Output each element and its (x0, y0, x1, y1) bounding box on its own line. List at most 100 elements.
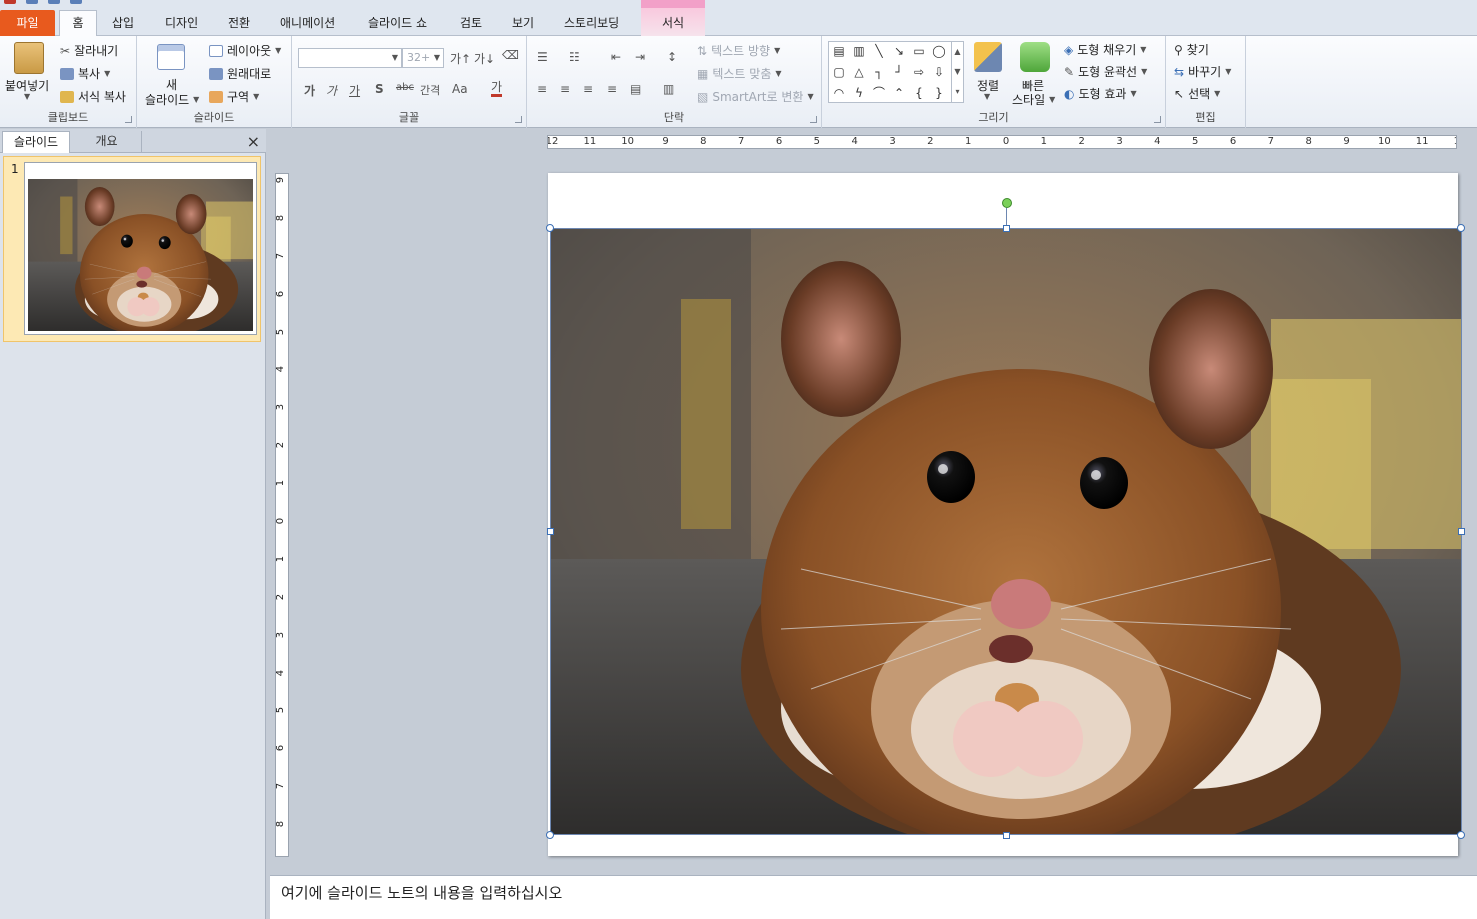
tab-storyboarding[interactable]: 스토리보딩 (564, 14, 619, 31)
freeform-shape-icon[interactable]: ◠ (831, 86, 847, 100)
tab-insert[interactable]: 삽입 (112, 14, 134, 31)
paste-dropdown-icon[interactable]: ▼ (24, 92, 30, 101)
left-brace-shape-icon[interactable]: { (911, 86, 927, 100)
arrow-line-shape-icon[interactable]: ↘ (891, 44, 907, 58)
shape-fill-button[interactable]: ◈ 도형 채우기 ▼ (1064, 41, 1146, 58)
new-slide-button[interactable]: 슬라이드 ▼ (145, 91, 199, 108)
slide-thumbnail-item[interactable]: 1 (3, 156, 261, 342)
shapes-gallery[interactable]: ▤ ▥ ╲ ↘ ▭ ◯ ▢ △ ┐ ┘ ⇨ ⇩ ◠ ϟ ⌒ ⌃ { } ▲ ▼ ▾ (828, 41, 964, 103)
triangle-shape-icon[interactable]: △ (851, 65, 867, 79)
font-launcher-icon[interactable] (515, 116, 522, 123)
font-size-combo[interactable]: 32+ ▼ (402, 48, 444, 68)
layout-button[interactable]: 레이아웃 ▼ (209, 42, 281, 59)
decrease-indent-icon[interactable]: ⇤ (611, 50, 621, 64)
resize-handle-top-left[interactable] (546, 224, 554, 232)
italic-button[interactable]: 가 (326, 82, 337, 99)
tab-animations[interactable]: 애니메이션 (280, 14, 335, 31)
resize-handle-right[interactable] (1458, 528, 1465, 535)
rotate-handle[interactable] (1002, 198, 1012, 208)
text-direction-button[interactable]: ⇅ 텍스트 방향 ▼ (697, 42, 780, 59)
shrink-font-icon[interactable]: 가↓ (474, 50, 495, 67)
undo-icon[interactable] (48, 0, 60, 4)
align-text-button[interactable]: ▦ 텍스트 맞춤 ▼ (697, 65, 782, 82)
tab-format[interactable]: 서식 (641, 8, 705, 36)
elbow-arrow-shape-icon[interactable]: ┘ (891, 65, 907, 79)
clipboard-launcher-icon[interactable] (125, 116, 132, 123)
change-case-button[interactable]: Aa (452, 82, 468, 96)
bullets-icon[interactable]: ☰ (537, 50, 548, 64)
tab-design[interactable]: 디자인 (165, 14, 198, 31)
reset-button[interactable]: 원래대로 (209, 65, 271, 82)
shape-effects-button[interactable]: ◐ 도형 효과 ▼ (1064, 85, 1137, 102)
font-color-button[interactable]: 가 (491, 80, 503, 97)
resize-handle-top-right[interactable] (1457, 224, 1465, 232)
notes-pane[interactable]: 여기에 슬라이드 노트의 내용을 입력하십시오 (270, 875, 1477, 919)
textbox-shape-icon[interactable]: ▤ (831, 44, 847, 58)
shadow-button[interactable]: S (375, 82, 384, 96)
resize-handle-bottom-right[interactable] (1457, 831, 1465, 839)
arrange-dropdown-icon[interactable]: ▼ (984, 92, 990, 101)
save-icon[interactable] (26, 0, 38, 4)
format-painter-button[interactable]: 서식 복사 (60, 88, 126, 105)
justify-icon[interactable]: ≡ (607, 82, 617, 96)
tab-slideshow[interactable]: 슬라이드 쇼 (368, 14, 427, 31)
tab-view[interactable]: 보기 (512, 14, 534, 31)
quick-styles-icon[interactable] (1020, 42, 1050, 72)
rectangle-shape-icon[interactable]: ▭ (911, 44, 927, 58)
resize-handle-bottom-left[interactable] (546, 831, 554, 839)
slide-thumbnail[interactable] (24, 162, 257, 335)
quick-styles-button[interactable]: 스타일 ▼ (1012, 91, 1055, 108)
vertical-textbox-shape-icon[interactable]: ▥ (851, 44, 867, 58)
underline-button[interactable]: 가 (349, 82, 360, 99)
align-right-icon[interactable]: ≡ (583, 82, 593, 96)
numbering-icon[interactable]: ☷ (569, 50, 580, 64)
line-shape-icon[interactable]: ╲ (871, 44, 887, 58)
char-spacing-button[interactable]: 간격 (420, 82, 440, 98)
oval-shape-icon[interactable]: ◯ (931, 44, 947, 58)
distribute-icon[interactable]: ▤ (630, 82, 641, 96)
tab-file[interactable]: 파일 (0, 10, 55, 36)
replace-button[interactable]: ⇆ 바꾸기 ▼ (1174, 63, 1231, 80)
rounded-rect-shape-icon[interactable]: ▢ (831, 65, 847, 79)
lightning-shape-icon[interactable]: ϟ (851, 86, 867, 100)
font-name-combo[interactable]: ▼ (298, 48, 402, 68)
new-slide-icon[interactable] (157, 44, 185, 70)
tab-slides-panel[interactable]: 슬라이드 (2, 131, 70, 153)
columns-icon[interactable]: ▥ (663, 82, 674, 96)
close-icon[interactable]: × (247, 132, 260, 151)
tab-outline-panel[interactable]: 개요 (72, 131, 142, 153)
redo-icon[interactable] (70, 0, 82, 4)
arrange-icon[interactable] (974, 42, 1002, 72)
tab-review[interactable]: 검토 (460, 14, 482, 31)
clear-format-icon[interactable]: ⌫ (502, 48, 519, 62)
tab-transitions[interactable]: 전환 (228, 14, 250, 31)
line-spacing-icon[interactable]: ↕ (667, 50, 677, 64)
right-arrow-shape-icon[interactable]: ⇨ (911, 65, 927, 79)
slide-canvas[interactable] (546, 173, 1465, 856)
cut-button[interactable]: ✂ 잘라내기 (60, 42, 118, 59)
shape-outline-button[interactable]: ✎ 도형 윤곽선 ▼ (1064, 63, 1147, 80)
paste-icon[interactable] (14, 42, 44, 74)
grow-font-icon[interactable]: 가↑ (450, 50, 471, 67)
copy-button[interactable]: 복사 ▼ (60, 65, 110, 82)
elbow-connector-shape-icon[interactable]: ┐ (871, 65, 887, 79)
hamster-picture[interactable] (550, 228, 1462, 835)
increase-indent-icon[interactable]: ⇥ (635, 50, 645, 64)
align-left-icon[interactable]: ≡ (537, 82, 547, 96)
smartart-button[interactable]: ▧ SmartArt로 변환 ▼ (697, 88, 814, 105)
strikethrough-button[interactable]: abc (396, 82, 414, 93)
paragraph-launcher-icon[interactable] (810, 116, 817, 123)
section-button[interactable]: 구역 ▼ (209, 88, 259, 105)
select-button[interactable]: ↖ 선택 ▼ (1174, 85, 1220, 102)
align-center-icon[interactable]: ≡ (560, 82, 570, 96)
resize-handle-left[interactable] (547, 528, 554, 535)
notes-placeholder[interactable]: 여기에 슬라이드 노트의 내용을 입력하십시오 (281, 882, 562, 903)
drawing-launcher-icon[interactable] (1154, 116, 1161, 123)
arc-shape-icon[interactable]: ⌒ (871, 86, 887, 100)
tab-home[interactable]: 홈 (59, 10, 97, 37)
down-arrow-shape-icon[interactable]: ⇩ (931, 65, 947, 79)
find-button[interactable]: ⚲ 찾기 (1174, 41, 1209, 58)
resize-handle-top[interactable] (1003, 225, 1010, 232)
curve-shape-icon[interactable]: ⌃ (891, 86, 907, 100)
bold-button[interactable]: 가 (304, 82, 315, 99)
